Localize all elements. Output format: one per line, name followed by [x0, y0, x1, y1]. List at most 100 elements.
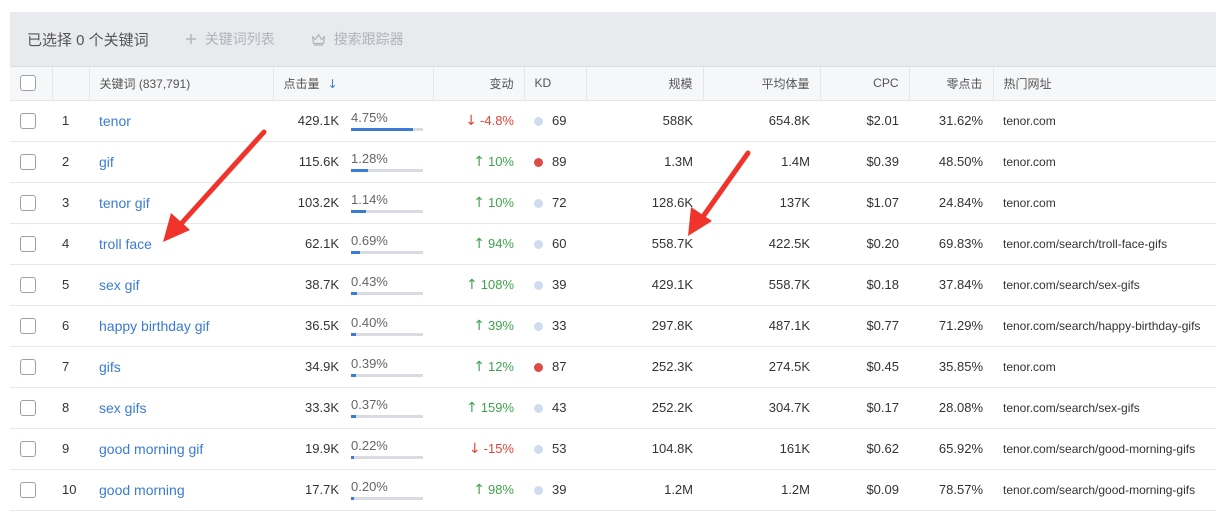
scale-cell: 1.3M	[586, 141, 703, 183]
click-share-bar	[351, 332, 423, 336]
table-row: 3 tenor gif 103.2K 1.14% ↑ 10% 72 128.6K 137K $1.…	[10, 182, 1216, 224]
zero-click-cell: 31.62%	[909, 100, 993, 142]
kd-cell: 60	[524, 223, 586, 265]
top-url-value[interactable]: tenor.com/search/sex-gifs	[1003, 401, 1140, 415]
cpc-header[interactable]: CPC	[820, 67, 910, 101]
click-share: 0.37%	[351, 397, 423, 418]
scale-cell: 558.7K	[586, 223, 703, 265]
change-cell: ↑ 10%	[433, 141, 524, 183]
clicks-cell: 38.7K 0.43%	[273, 264, 433, 306]
top-url-value[interactable]: tenor.com	[1003, 155, 1056, 169]
top-url-value[interactable]: tenor.com/search/happy-birthday-gifs	[1003, 319, 1200, 333]
clicks-value: 429.1K	[297, 113, 339, 128]
click-share-bar	[351, 209, 423, 213]
scale-header[interactable]: 规模	[586, 67, 704, 101]
top-url-value[interactable]: tenor.com	[1003, 360, 1056, 374]
kd-difficulty-dot	[534, 363, 543, 373]
plus-icon	[185, 33, 197, 45]
row-index: 7	[52, 346, 89, 388]
zero-click-cell: 48.50%	[909, 141, 993, 183]
scale-cell: 429.1K	[586, 264, 703, 306]
clicks-value: 19.9K	[305, 441, 339, 456]
row-checkbox[interactable]	[20, 153, 36, 170]
cpc-cell: $0.45	[820, 346, 909, 388]
clicks-header[interactable]: 点击量 ↓	[273, 67, 434, 101]
keyword-link[interactable]: tenor	[99, 113, 131, 129]
keyword-header[interactable]: 关键词 (837,791)	[89, 67, 274, 101]
top-url-value[interactable]: tenor.com	[1003, 196, 1056, 210]
zero-click-header[interactable]: 零点击	[909, 67, 994, 101]
keyword-link[interactable]: good morning gif	[99, 441, 203, 457]
click-share: 0.69%	[351, 233, 423, 254]
cpc-cell: $0.09	[820, 469, 909, 511]
keyword-link[interactable]: tenor gif	[99, 195, 150, 211]
scale-cell: 252.2K	[586, 387, 703, 429]
kd-value: 39	[552, 482, 567, 497]
clicks-cell: 115.6K 1.28%	[273, 141, 433, 183]
row-checkbox[interactable]	[20, 194, 36, 211]
row-checkbox[interactable]	[20, 276, 36, 293]
keyword-link[interactable]: troll face	[99, 236, 152, 252]
click-share: 4.75%	[351, 110, 423, 131]
select-all-checkbox[interactable]	[20, 75, 36, 92]
add-to-keyword-list-button[interactable]: 关键词列表	[185, 29, 275, 49]
avg-volume-cell: 654.8K	[703, 100, 820, 142]
top-url-value[interactable]: tenor.com/search/troll-face-gifs	[1003, 237, 1167, 251]
kd-cell: 87	[524, 346, 586, 388]
scale-cell: 252.3K	[586, 346, 703, 388]
avg-volume-cell: 487.1K	[703, 305, 820, 347]
keyword-link[interactable]: sex gif	[99, 277, 139, 293]
kd-cell: 39	[524, 264, 586, 306]
keyword-cell: sex gif	[89, 264, 273, 306]
row-index: 8	[52, 387, 89, 429]
click-share-bar-fill	[351, 332, 357, 336]
avg-volume-header[interactable]: 平均体量	[703, 67, 821, 101]
row-checkbox[interactable]	[20, 358, 36, 375]
top-url-value[interactable]: tenor.com/search/good-morning-gifs	[1003, 442, 1195, 456]
row-checkbox[interactable]	[20, 235, 36, 252]
keyword-link[interactable]: good morning	[99, 482, 185, 498]
keyword-cell: gifs	[89, 346, 273, 388]
click-share-bar-fill	[351, 209, 366, 213]
kd-difficulty-dot	[534, 404, 543, 414]
cpc-cell: $0.18	[820, 264, 909, 306]
clicks-cell: 103.2K 1.14%	[273, 182, 433, 224]
click-share-bar-fill	[351, 250, 360, 254]
kd-value: 53	[552, 441, 567, 456]
table-row: 10 good morning 17.7K 0.20% ↑ 98% 39 1.2M 1.2M $0…	[10, 469, 1216, 511]
avg-volume-cell: 137K	[703, 182, 820, 224]
table-row: 1 tenor 429.1K 4.75% ↓ -4.8% 69 588K 654.8K $2.01…	[10, 100, 1216, 142]
click-share-bar	[351, 496, 423, 500]
keyword-link[interactable]: happy birthday gif	[99, 318, 210, 334]
kd-cell: 39	[524, 469, 586, 511]
kd-value: 72	[552, 195, 567, 210]
change-header[interactable]: 变动	[433, 67, 525, 101]
kd-header[interactable]: KD	[524, 67, 587, 101]
change-cell: ↑ 94%	[433, 223, 524, 265]
keyword-link[interactable]: gifs	[99, 359, 121, 375]
top-url-cell: tenor.com/search/happy-birthday-gifs	[993, 305, 1216, 347]
top-url-cell: tenor.com/search/sex-gifs	[993, 264, 1216, 306]
top-url-value[interactable]: tenor.com/search/good-morning-gifs	[1003, 483, 1195, 497]
top-url-value[interactable]: tenor.com	[1003, 114, 1056, 128]
keyword-link[interactable]: gif	[99, 154, 114, 170]
top-url-header[interactable]: 热门网址	[993, 67, 1216, 101]
cpc-cell: $0.17	[820, 387, 909, 429]
row-checkbox[interactable]	[20, 112, 36, 129]
row-checkbox[interactable]	[20, 440, 36, 457]
row-checkbox[interactable]	[20, 399, 36, 416]
top-url-cell: tenor.com/search/sex-gifs	[993, 387, 1216, 429]
crown-icon	[311, 33, 326, 46]
row-checkbox[interactable]	[20, 481, 36, 498]
top-url-value[interactable]: tenor.com/search/sex-gifs	[1003, 278, 1140, 292]
keyword-cell: good morning gif	[89, 428, 273, 470]
row-checkbox[interactable]	[20, 317, 36, 334]
keyword-link[interactable]: sex gifs	[99, 400, 146, 416]
table-row: 8 sex gifs 33.3K 0.37% ↑ 159% 43 252.2K 304.7K $0…	[10, 387, 1216, 429]
arrow-up-icon: ↑	[473, 358, 485, 375]
add-to-tracker-button[interactable]: 搜索跟踪器	[311, 29, 404, 49]
change-value: 94%	[487, 235, 514, 251]
clicks-cell: 429.1K 4.75%	[273, 100, 433, 142]
avg-volume-cell: 304.7K	[703, 387, 820, 429]
avg-volume-cell: 274.5K	[703, 346, 820, 388]
